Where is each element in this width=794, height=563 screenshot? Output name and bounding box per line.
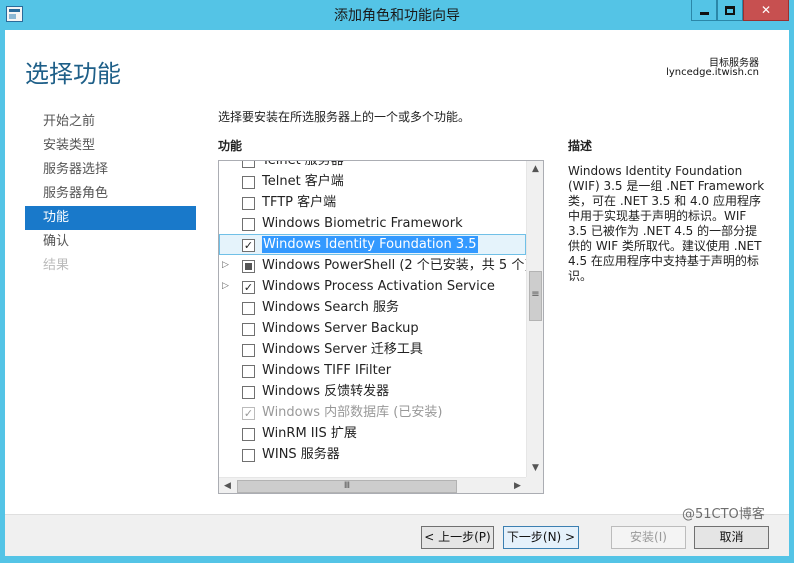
close-icon: ✕	[760, 3, 772, 17]
next-button[interactable]: 下一步(N) >	[503, 526, 579, 549]
feature-checkbox[interactable]	[242, 344, 255, 357]
vertical-scroll-thumb[interactable]	[529, 271, 542, 321]
install-button[interactable]: 安装(I)	[611, 526, 686, 549]
minimize-icon	[699, 11, 709, 15]
feature-checkbox[interactable]	[242, 386, 255, 399]
vertical-scrollbar[interactable]: ▲ ▼	[526, 161, 543, 477]
feature-row[interactable]: ▷ Windows PowerShell (2 个已安装，共 5 个)	[219, 255, 530, 276]
watermark: @51CTO博客	[682, 507, 765, 522]
wizard-footer: < 上一步(P) 下一步(N) > 安装(I) 取消	[5, 514, 789, 556]
feature-label: Windows Server Backup	[262, 321, 419, 336]
feature-checkbox[interactable]: ✓	[242, 239, 255, 252]
scroll-left-icon[interactable]: ◀	[219, 478, 236, 493]
nav-item[interactable]: 安装类型	[25, 134, 196, 158]
feature-label: WinRM IIS 扩展	[262, 426, 357, 441]
destination-server-name: lyncedge.itwish.cn	[666, 67, 759, 78]
nav-item[interactable]: 服务器角色	[25, 182, 196, 206]
features-list[interactable]: Telnet 服务器 Telnet 客户端 TFTP 客户端 Windows Biom…	[218, 160, 544, 494]
feature-label: Windows 反馈转发器	[262, 384, 390, 399]
feature-row[interactable]: Windows 反馈转发器	[219, 381, 526, 402]
features-list-header: 功能	[218, 139, 243, 153]
feature-label: Windows Identity Foundation 3.5	[262, 236, 478, 253]
scroll-up-icon[interactable]: ▲	[527, 161, 543, 178]
feature-label: Windows TIFF IFilter	[262, 363, 392, 378]
maximize-icon	[725, 5, 735, 15]
description-text: Windows Identity Foundation (WIF) 3.5 是一…	[568, 164, 765, 283]
feature-label: Windows Server 迁移工具	[262, 342, 423, 357]
wizard-content: 选择功能 目标服务器 lyncedge.itwish.cn 开始之前 安装类型 服务…	[5, 30, 789, 556]
scroll-down-icon[interactable]: ▼	[527, 460, 543, 477]
feature-checkbox: ✓	[242, 407, 255, 420]
window-title: 添加角色和功能向导	[334, 8, 460, 24]
feature-row[interactable]: ▷ ✓ Windows Process Activation Service	[219, 276, 526, 297]
feature-row[interactable]: Telnet 服务器	[219, 160, 526, 171]
instruction-text: 选择要安装在所选服务器上的一个或多个功能。	[218, 110, 471, 124]
feature-row[interactable]: Windows Search 服务	[219, 297, 526, 318]
feature-row[interactable]: Telnet 客户端	[219, 171, 526, 192]
wizard-nav: 开始之前 安装类型 服务器选择 服务器角色 功能 确认结果	[25, 110, 196, 278]
feature-label: Telnet 服务器	[262, 160, 344, 168]
feature-checkbox[interactable]	[242, 218, 255, 231]
nav-item[interactable]: 功能	[25, 206, 196, 230]
feature-row[interactable]: ✓ Windows Identity Foundation 3.5	[219, 234, 526, 255]
feature-label: TFTP 客户端	[262, 195, 337, 210]
feature-row[interactable]: Windows Biometric Framework	[219, 213, 526, 234]
horizontal-scrollbar[interactable]: ◀ ▶	[219, 477, 526, 493]
cancel-button[interactable]: 取消	[694, 526, 769, 549]
feature-row[interactable]: Windows Server 迁移工具	[219, 339, 526, 360]
horizontal-scroll-thumb[interactable]	[237, 480, 457, 493]
scrollbar-corner	[526, 477, 543, 493]
feature-checkbox[interactable]	[242, 365, 255, 378]
feature-row[interactable]: WINS 服务器	[219, 444, 526, 465]
feature-checkbox[interactable]	[242, 176, 255, 189]
expand-arrow-icon[interactable]: ▷	[222, 255, 234, 276]
feature-checkbox[interactable]	[242, 197, 255, 210]
feature-label: Windows Biometric Framework	[262, 216, 463, 231]
feature-label: Windows Process Activation Service	[262, 279, 495, 294]
features-list-items: Telnet 服务器 Telnet 客户端 TFTP 客户端 Windows Biom…	[219, 160, 530, 465]
title-bar[interactable]: 添加角色和功能向导 ✕	[0, 0, 794, 30]
expand-arrow-icon[interactable]: ▷	[222, 276, 234, 297]
feature-checkbox[interactable]	[242, 260, 255, 273]
nav-item[interactable]: 开始之前	[25, 110, 196, 134]
scroll-right-icon[interactable]: ▶	[509, 478, 526, 493]
feature-label: WINS 服务器	[262, 447, 340, 462]
page-title: 选择功能	[25, 60, 121, 88]
previous-button[interactable]: < 上一步(P)	[421, 526, 494, 549]
feature-checkbox[interactable]	[242, 428, 255, 441]
feature-row[interactable]: ✓ Windows 内部数据库 (已安装)	[219, 402, 526, 423]
nav-item[interactable]: 服务器选择	[25, 158, 196, 182]
close-button[interactable]: ✕	[743, 0, 789, 21]
feature-label: Windows 内部数据库 (已安装)	[262, 405, 443, 420]
feature-row[interactable]: Windows TIFF IFilter	[219, 360, 526, 381]
description-header: 描述	[568, 139, 593, 153]
nav-item[interactable]: 确认	[25, 230, 196, 254]
feature-label: Windows Search 服务	[262, 300, 399, 315]
maximize-button[interactable]	[717, 0, 743, 21]
wizard-window: 添加角色和功能向导 ✕ 选择功能 目标服务器 lyncedge.itwish.c…	[0, 0, 794, 563]
feature-checkbox[interactable]	[242, 323, 255, 336]
feature-checkbox[interactable]	[242, 302, 255, 315]
feature-row[interactable]: TFTP 客户端	[219, 192, 526, 213]
feature-checkbox[interactable]	[242, 161, 255, 168]
feature-row[interactable]: Windows Server Backup	[219, 318, 526, 339]
feature-checkbox[interactable]	[242, 449, 255, 462]
feature-label: Telnet 客户端	[262, 174, 344, 189]
minimize-button[interactable]	[691, 0, 717, 21]
feature-label: Windows PowerShell (2 个已安装，共 5 个)	[262, 258, 530, 273]
feature-checkbox[interactable]: ✓	[242, 281, 255, 294]
nav-item: 结果	[43, 258, 70, 273]
feature-row[interactable]: WinRM IIS 扩展	[219, 423, 526, 444]
